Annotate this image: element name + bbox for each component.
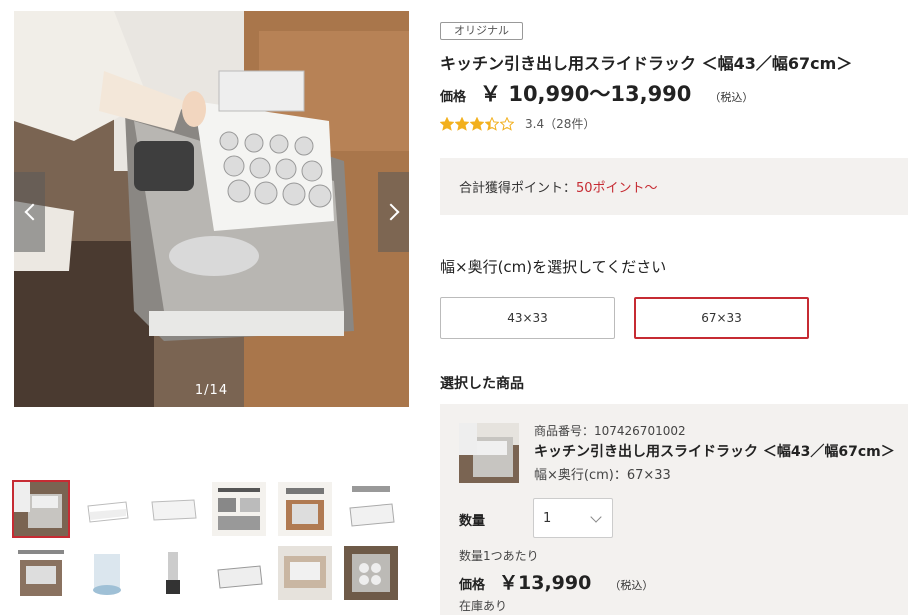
thumbnail-4[interactable] xyxy=(212,482,266,536)
unit-tax-note: （税込） xyxy=(609,579,654,592)
star-rating xyxy=(440,116,515,131)
thumbnail-1[interactable] xyxy=(12,480,70,538)
thumbnail-6[interactable] xyxy=(344,482,398,536)
next-image-button[interactable] xyxy=(378,172,409,252)
unit-price-label: 価格 xyxy=(459,578,486,593)
thumbnail-9[interactable] xyxy=(146,546,200,600)
selected-product-spec: 幅×奥行(cm)：67×33 xyxy=(534,468,671,483)
stock-status: 在庫あり xyxy=(459,599,508,613)
size-select-heading: 幅×奥行(cm)を選択してください xyxy=(440,258,667,276)
price-row: 価格 ￥ 10,990〜13,990 （税込） xyxy=(440,78,753,108)
rating-row[interactable]: 3.4（28件） xyxy=(440,115,595,132)
selected-item-image xyxy=(459,423,519,483)
size-option-label: 67×33 xyxy=(701,311,742,325)
rating-text: 3.4（28件） xyxy=(525,117,596,131)
thumbnail-3[interactable] xyxy=(146,482,200,536)
size-option-label: 43×33 xyxy=(507,311,548,325)
size-option-43x33[interactable]: 43×33 xyxy=(440,297,615,339)
chevron-left-icon xyxy=(24,203,41,221)
selected-product-name: キッチン引き出し用スライドラック ＜幅43／幅67cm＞ xyxy=(534,444,895,460)
points-box: 合計獲得ポイント： 50ポイント〜 xyxy=(440,158,908,215)
thumbnail-2[interactable] xyxy=(80,482,134,536)
product-code: 商品番号：107426701002 xyxy=(534,424,686,438)
star-icon xyxy=(455,116,469,131)
thumbnail-11[interactable] xyxy=(278,546,332,600)
prev-image-button[interactable] xyxy=(14,172,45,252)
star-icon xyxy=(440,116,454,131)
size-option-67x33[interactable]: 67×33 xyxy=(634,297,809,339)
price-label: 価格 xyxy=(440,90,467,105)
points-value: 50ポイント〜 xyxy=(576,181,658,196)
quantity-label: 数量 xyxy=(459,514,486,529)
thumbnail-5[interactable] xyxy=(278,482,332,536)
points-label: 合計獲得ポイント： xyxy=(459,181,577,196)
thumbnail-10[interactable] xyxy=(212,546,266,600)
per-unit-label: 数量1つあたり xyxy=(459,549,539,563)
star-icon xyxy=(485,116,499,131)
thumbnail-8[interactable] xyxy=(80,546,134,600)
kitchen-drawer-photo-icon xyxy=(14,11,409,407)
main-product-image[interactable] xyxy=(14,11,409,407)
original-badge: オリジナル xyxy=(440,22,523,40)
tax-note: （税込） xyxy=(709,91,754,104)
product-title: キッチン引き出し用スライドラック ＜幅43／幅67cm＞ xyxy=(440,54,853,73)
price-value: ￥ 10,990〜13,990 xyxy=(480,82,692,106)
selected-item-heading: 選択した商品 xyxy=(440,376,524,392)
unit-price-row: 価格 ￥13,990 （税込） xyxy=(459,568,653,595)
image-counter: 1/14 xyxy=(194,383,229,398)
thumbnail-7[interactable] xyxy=(14,546,68,600)
chevron-down-icon xyxy=(590,511,602,523)
star-icon xyxy=(500,116,514,131)
chevron-right-icon xyxy=(382,203,399,221)
star-icon xyxy=(470,116,484,131)
selected-item-panel: 商品番号：107426701002 キッチン引き出し用スライドラック ＜幅43／… xyxy=(440,404,908,615)
unit-price-value: ￥13,990 xyxy=(499,572,592,594)
quantity-value: 1 xyxy=(543,510,552,526)
thumbnail-12[interactable] xyxy=(344,546,398,600)
quantity-select[interactable]: 1 xyxy=(533,498,613,538)
